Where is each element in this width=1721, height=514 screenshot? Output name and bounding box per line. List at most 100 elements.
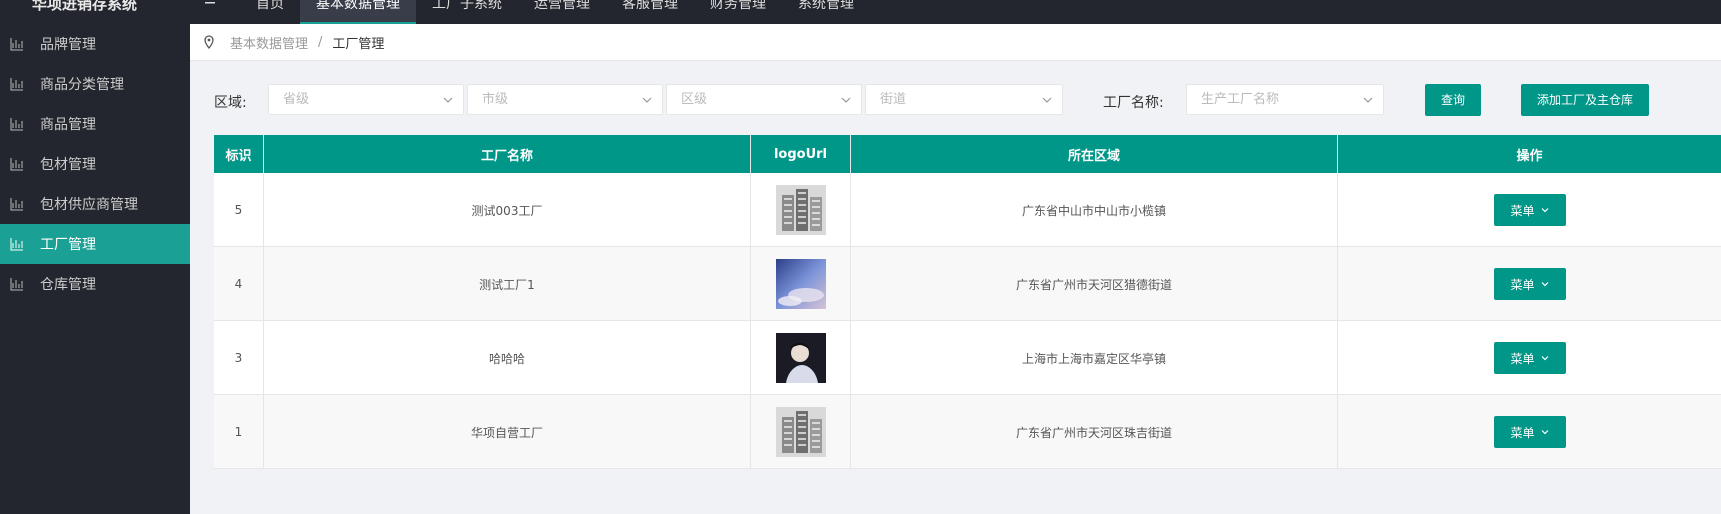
cell-region: 广东省中山市中山市小榄镇 [851,173,1338,247]
sidebar-item-label: 商品管理 [40,117,96,133]
table-row: 4 测试工厂1 广东省广州市天河区猎德街道 菜单 [214,247,1721,321]
search-button[interactable]: 查询 [1425,84,1481,116]
chevron-down-icon [1541,208,1548,213]
cell-name: 哈哈哈 [264,321,751,395]
table-row: 1 华项自营工厂 广东省广州市天河区珠吉街道 菜单 [214,395,1721,469]
province-placeholder: 省级 [283,92,310,107]
nav-item-factory-subsystem[interactable]: 工厂子系统 [416,0,518,24]
breadcrumb-separator: / [318,34,323,50]
factory-name-input[interactable]: 生产工厂名称 [1186,84,1384,115]
sidebar: 品牌管理 商品分类管理 商品管理 包材管理 包材供应商管理 工厂管理 仓库管理 [0,24,190,514]
district-placeholder: 区级 [681,92,708,107]
row-menu-button[interactable]: 菜单 [1493,342,1566,374]
chart-icon [10,37,24,51]
chevron-down-icon [642,97,652,103]
nav-item-home[interactable]: 首页 [240,0,300,24]
cell-actions: 菜单 [1338,247,1721,321]
breadcrumb-current: 工厂管理 [332,36,385,52]
column-header-logo: logoUrl [751,135,851,173]
chevron-down-icon [443,97,453,103]
cell-name: 华项自营工厂 [264,395,751,469]
nav-item-finance[interactable]: 财务管理 [694,0,782,24]
sidebar-item-category[interactable]: 商品分类管理 [0,64,190,104]
cell-id: 4 [214,247,264,321]
chevron-down-icon [1541,356,1548,361]
cell-actions: 菜单 [1338,395,1721,469]
cell-logo [751,395,851,469]
menu-button-label: 菜单 [1510,203,1535,218]
sidebar-item-label: 品牌管理 [40,37,96,53]
factory-table: 标识 工厂名称 logoUrl 所在区域 操作 5 测试003工厂 广东省中山市… [214,135,1721,469]
sidebar-item-packaging-supplier[interactable]: 包材供应商管理 [0,184,190,224]
sidebar-item-label: 仓库管理 [40,277,96,293]
factory-name-label: 工厂名称: [1103,95,1164,111]
sidebar-item-product[interactable]: 商品管理 [0,104,190,144]
sidebar-item-label: 商品分类管理 [40,77,124,93]
table-row: 3 哈哈哈 上海市上海市嘉定区华亭镇 菜单 [214,321,1721,395]
city-select[interactable]: 市级 [467,84,663,115]
chart-icon [10,77,24,91]
chart-icon [10,237,24,251]
province-select[interactable]: 省级 [268,84,464,115]
chevron-down-icon [1042,97,1052,103]
chevron-down-icon [1363,97,1373,103]
location-pin-icon [202,35,216,50]
cell-region: 广东省广州市天河区猎德街道 [851,247,1338,321]
region-label: 区域: [214,95,247,111]
column-header-region: 所在区域 [851,135,1338,173]
nav-item-system[interactable]: 系统管理 [782,0,870,24]
nav-item-operations[interactable]: 运营管理 [518,0,606,24]
column-header-id: 标识 [214,135,264,173]
factory-name-placeholder: 生产工厂名称 [1201,92,1280,107]
sidebar-item-brand[interactable]: 品牌管理 [0,24,190,64]
nav-item-basic-data[interactable]: 基本数据管理 [300,0,416,24]
column-header-actions: 操作 [1516,148,1543,164]
cell-actions: 菜单 [1338,173,1721,247]
cell-actions: 菜单 [1338,321,1721,395]
sky-image [775,259,826,309]
table-row: 5 测试003工厂 广东省中山市中山市小榄镇 菜单 [214,173,1721,247]
cell-logo [751,247,851,321]
sidebar-item-label: 工厂管理 [40,237,96,253]
add-factory-button[interactable]: 添加工厂及主仓库 [1521,84,1649,116]
sidebar-item-factory[interactable]: 工厂管理 [0,224,190,264]
city-placeholder: 市级 [482,92,509,107]
sidebar-item-warehouse[interactable]: 仓库管理 [0,264,190,304]
cell-region: 上海市上海市嘉定区华亭镇 [851,321,1338,395]
district-select[interactable]: 区级 [666,84,862,115]
menu-button-label: 菜单 [1510,351,1535,366]
sidebar-item-packaging[interactable]: 包材管理 [0,144,190,184]
street-placeholder: 街道 [880,92,907,107]
cell-name: 测试工厂1 [264,247,751,321]
chart-icon [10,157,24,171]
chart-icon [10,277,24,291]
row-menu-button[interactable]: 菜单 [1493,268,1566,300]
cell-logo [751,173,851,247]
chart-icon [10,197,24,211]
cell-id: 5 [214,173,264,247]
top-header: 华项进销存系统 首页 基本数据管理 工厂子系统 运营管理 客服管理 财务管理 系… [0,0,1721,24]
portrait-image [775,333,826,383]
chevron-down-icon [1541,282,1548,287]
menu-lines-icon[interactable] [205,0,225,14]
breadcrumb: 基本数据管理 / 工厂管理 [190,24,1721,61]
breadcrumb-parent[interactable]: 基本数据管理 [230,33,308,52]
menu-button-label: 菜单 [1510,277,1535,292]
nav-item-customer-service[interactable]: 客服管理 [606,0,694,24]
row-menu-button[interactable]: 菜单 [1493,194,1566,226]
column-header-name: 工厂名称 [264,135,751,173]
row-menu-button[interactable]: 菜单 [1493,416,1566,448]
cell-name: 测试003工厂 [264,173,751,247]
building-image [775,185,826,235]
chevron-down-icon [1541,430,1548,435]
app-title: 华项进销存系统 [32,0,138,13]
chart-icon [10,117,24,131]
cell-logo [751,321,851,395]
cell-id: 3 [214,321,264,395]
cell-id: 1 [214,395,264,469]
street-select[interactable]: 街道 [865,84,1063,115]
table-header: 标识 工厂名称 logoUrl 所在区域 操作 [214,135,1721,173]
cell-region: 广东省广州市天河区珠吉街道 [851,395,1338,469]
building-image [775,407,826,457]
top-nav: 首页 基本数据管理 工厂子系统 运营管理 客服管理 财务管理 系统管理 [240,0,870,24]
